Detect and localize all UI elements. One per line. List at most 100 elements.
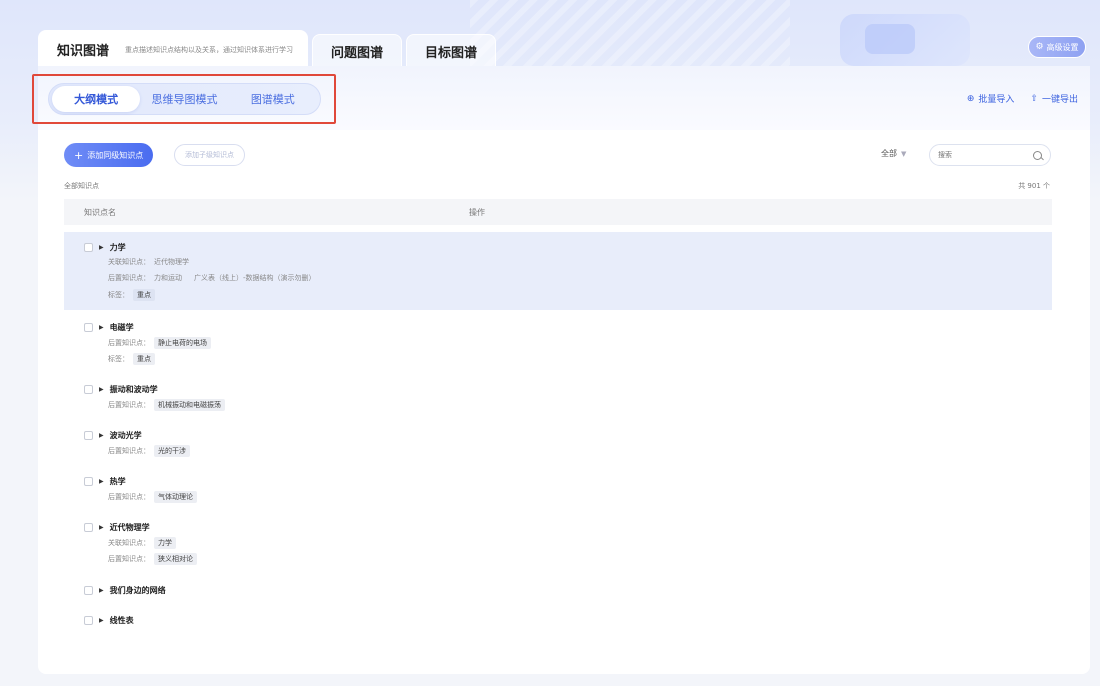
all-knowledge-label: 全部知识点 [64, 182, 99, 190]
related-label: 关联知识点： [108, 539, 150, 547]
row-checkbox[interactable] [84, 323, 93, 332]
header-decoration [470, 0, 790, 70]
export-button[interactable]: ⇧ 一键导出 [1030, 92, 1078, 106]
chevron-down-icon: ▼ [901, 149, 907, 158]
table-row[interactable]: ▶ 近代物理学 关联知识点： 力学 后置知识点： 狭义相对论 [64, 516, 1052, 576]
graph-tabs: 知识图谱 重点描述知识点结构以及关系，通过知识体系进行学习 问题图谱 目标图谱 [38, 30, 500, 68]
advanced-settings-label: 高级设置 [1046, 42, 1079, 52]
row-title-text: 近代物理学 [109, 523, 150, 532]
post-label: 后置知识点： [108, 339, 150, 347]
caret-right-icon[interactable]: ▶ [99, 386, 104, 393]
column-action-header: 操作 [469, 207, 485, 217]
table-row[interactable]: ▶ 热学 后置知识点： 气体动理论 [64, 470, 1052, 514]
post-item[interactable]: 狭义相对论 [154, 553, 197, 565]
row-checkbox[interactable] [84, 616, 93, 625]
plus-icon: + [74, 148, 84, 162]
filter-dropdown[interactable]: 全部 ▼ [881, 148, 906, 159]
search-icon[interactable] [1033, 150, 1042, 160]
column-name-header: 知识点名 [84, 207, 116, 217]
row-title: ▶ 振动和波动学 [84, 384, 158, 395]
row-title-text: 振动和波动学 [109, 385, 158, 394]
tag-chip: 重点 [133, 289, 155, 301]
post-knowledge: 后置知识点： 静止电荷的电场 [108, 337, 211, 349]
post-item[interactable]: 静止电荷的电场 [154, 337, 211, 349]
table-row[interactable]: ▶ 电磁学 后置知识点： 静止电荷的电场 标签： 重点 [64, 316, 1052, 376]
main-panel: 大纲模式 思维导图模式 图谱模式 ⊕ 批量导入 ⇧ 一键导出 + 添加同级知识点… [32, 66, 1090, 674]
batch-import-label: 批量导入 [978, 95, 1015, 105]
tags: 标签： 重点 [108, 289, 155, 301]
tab-subtitle: 重点描述知识点结构以及关系，通过知识体系进行学习 [125, 45, 294, 54]
add-child-button[interactable]: 添加子级知识点 [174, 144, 245, 166]
related-item[interactable]: 力学 [154, 537, 176, 549]
row-title: ▶ 线性表 [84, 615, 134, 626]
table-row[interactable]: ▶ 力学 关联知识点： 近代物理学 后置知识点： 力和运动 广义表（线上）-数据… [64, 232, 1052, 310]
row-checkbox[interactable] [84, 243, 93, 252]
total-count: 共 901 个 [1018, 182, 1050, 190]
tab-goal-graph[interactable]: 目标图谱 [406, 34, 497, 68]
row-checkbox[interactable] [84, 586, 93, 595]
row-title: ▶ 电磁学 [84, 322, 134, 333]
tab-knowledge-graph[interactable]: 知识图谱 重点描述知识点结构以及关系，通过知识体系进行学习 [38, 30, 309, 68]
post-item[interactable]: 广义表（线上）-数据结构（演示勿删） [194, 273, 316, 283]
header-illustration-detail [865, 24, 915, 54]
tab-label: 问题图谱 [331, 46, 384, 61]
row-title: ▶ 力学 [84, 242, 126, 253]
mode-mindmap[interactable]: 思维导图模式 [140, 86, 228, 112]
mode-graph[interactable]: 图谱模式 [229, 86, 317, 112]
tab-label: 知识图谱 [57, 44, 110, 59]
row-title: ▶ 波动光学 [84, 430, 142, 441]
tags: 标签： 重点 [108, 353, 155, 365]
table-row[interactable]: ▶ 线性表 [64, 610, 1052, 632]
tab-question-graph[interactable]: 问题图谱 [312, 34, 403, 68]
post-label: 后置知识点： [108, 274, 150, 282]
caret-right-icon[interactable]: ▶ [99, 478, 104, 485]
mode-switch: 大纲模式 思维导图模式 图谱模式 [48, 83, 321, 115]
row-title: ▶ 近代物理学 [84, 522, 150, 533]
row-checkbox[interactable] [84, 431, 93, 440]
row-checkbox[interactable] [84, 523, 93, 532]
tag-chip: 重点 [133, 353, 155, 365]
row-title-text: 电磁学 [109, 323, 134, 332]
related-item[interactable]: 近代物理学 [154, 257, 189, 267]
post-item[interactable]: 气体动理论 [154, 491, 197, 503]
table-row[interactable]: ▶ 我们身边的网络 [64, 580, 1052, 602]
post-knowledge: 后置知识点： 力和运动 广义表（线上）-数据结构（演示勿删） [108, 273, 316, 283]
post-item[interactable]: 光的干涉 [154, 445, 190, 457]
caret-right-icon[interactable]: ▶ [99, 587, 104, 594]
search-box [929, 144, 1051, 166]
export-label: 一键导出 [1041, 95, 1078, 105]
related-knowledge: 关联知识点： 力学 [108, 537, 176, 549]
tag-label: 标签： [108, 291, 129, 299]
export-icon: ⇧ [1030, 93, 1038, 104]
post-knowledge: 后置知识点： 机械振动和电磁振荡 [108, 399, 225, 411]
filter-value: 全部 [881, 149, 897, 158]
table-row[interactable]: ▶ 振动和波动学 后置知识点： 机械振动和电磁振荡 [64, 378, 1052, 422]
related-knowledge: 关联知识点： 近代物理学 [108, 257, 189, 267]
row-title-text: 我们身边的网络 [109, 586, 166, 595]
caret-right-icon[interactable]: ▶ [99, 432, 104, 439]
table-row[interactable]: ▶ 波动光学 后置知识点： 光的干涉 [64, 424, 1052, 468]
row-checkbox[interactable] [84, 385, 93, 394]
post-knowledge: 后置知识点： 狭义相对论 [108, 553, 197, 565]
caret-right-icon[interactable]: ▶ [99, 324, 104, 331]
post-label: 后置知识点： [108, 493, 150, 501]
add-sibling-button[interactable]: + 添加同级知识点 [64, 143, 154, 167]
post-item[interactable]: 力和运动 [154, 273, 182, 283]
advanced-settings-button[interactable]: ⚙ 高级设置 [1028, 36, 1086, 58]
post-item[interactable]: 机械振动和电磁振荡 [154, 399, 225, 411]
row-title: ▶ 我们身边的网络 [84, 585, 166, 596]
tag-label: 标签： [108, 355, 129, 363]
caret-right-icon[interactable]: ▶ [99, 244, 104, 251]
mode-outline[interactable]: 大纲模式 [52, 86, 141, 112]
batch-import-button[interactable]: ⊕ 批量导入 [967, 92, 1015, 106]
post-label: 后置知识点： [108, 447, 150, 455]
related-label: 关联知识点： [108, 258, 150, 266]
row-checkbox[interactable] [84, 477, 93, 486]
tab-label: 目标图谱 [425, 46, 478, 61]
table-header: 知识点名 操作 [64, 199, 1052, 225]
caret-right-icon[interactable]: ▶ [99, 524, 104, 531]
row-title-text: 力学 [109, 243, 126, 252]
caret-right-icon[interactable]: ▶ [99, 617, 104, 624]
row-title: ▶ 热学 [84, 476, 126, 487]
search-input[interactable] [938, 151, 1018, 159]
